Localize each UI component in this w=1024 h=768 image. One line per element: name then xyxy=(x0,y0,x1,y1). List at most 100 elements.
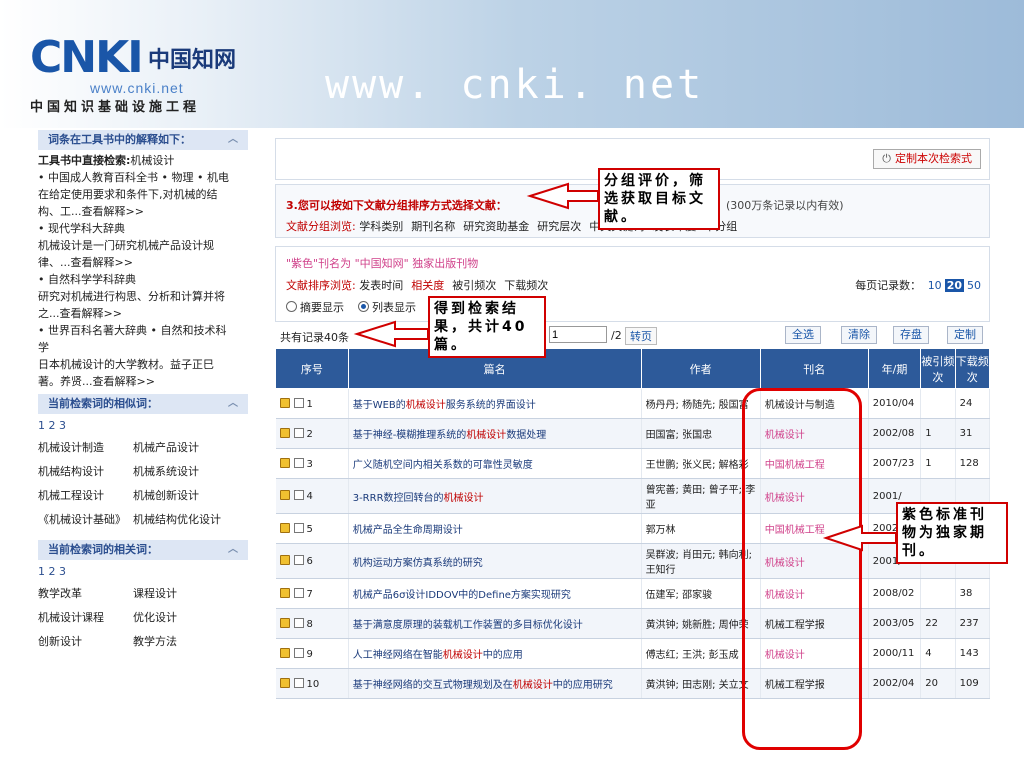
select-all-button[interactable]: 全选 xyxy=(785,326,821,344)
row-checkbox[interactable] xyxy=(293,647,304,658)
title-cell[interactable]: 人工神经网络在智能机械设计中的应用 xyxy=(348,638,642,669)
col-year[interactable]: 年/期 xyxy=(867,348,922,389)
col-journal[interactable]: 刊名 xyxy=(759,348,869,389)
title-link[interactable]: 基于WEB的机械设计服务系统的界面设计 xyxy=(353,400,536,411)
year-cell[interactable]: 2008/02 xyxy=(868,578,922,609)
collapse-icon[interactable]: ︿ xyxy=(228,130,238,150)
dictionary-line[interactable]: 律、...查看解释>> xyxy=(38,254,248,271)
sort-option[interactable]: 被引频次 xyxy=(452,279,496,292)
term-link[interactable]: 机械设计制造 xyxy=(38,436,133,460)
row-checkbox[interactable] xyxy=(293,427,304,438)
document-icon[interactable] xyxy=(279,490,290,500)
custom-button[interactable]: 定制 xyxy=(947,326,983,344)
term-link[interactable]: 机械系统设计 xyxy=(133,460,248,484)
title-cell[interactable]: 机械产品6σ设计IDDOV中的Define方案实现研究 xyxy=(348,578,642,609)
title-cell[interactable]: 机构运动方案仿真系统的研究 xyxy=(348,543,642,579)
term-link[interactable]: 创新设计 xyxy=(38,630,133,654)
term-link[interactable]: 课程设计 xyxy=(133,582,248,606)
per-page-option[interactable]: 50 xyxy=(967,279,981,292)
dictionary-line[interactable]: 之...查看解释>> xyxy=(38,305,248,322)
save-button[interactable]: 存盘 xyxy=(893,326,929,344)
term-link[interactable]: 《机械设计基础》 xyxy=(38,508,133,532)
row-checkbox[interactable] xyxy=(293,677,304,688)
title-link[interactable]: 机械产品全生命周期设计 xyxy=(353,525,463,536)
title-link[interactable]: 机械产品6σ设计IDDOV中的Define方案实现研究 xyxy=(353,590,571,601)
cnki-logo[interactable]: CNKI 中国知网 www.cnki.net 中国知识基础设施工程 xyxy=(30,36,240,116)
document-icon[interactable] xyxy=(279,457,290,468)
year-cell[interactable]: 2000/11 xyxy=(868,638,922,669)
download-cell[interactable]: 109 xyxy=(955,668,991,699)
dictionary-line[interactable]: 著。养贤...查看解释>> xyxy=(38,373,248,390)
document-icon[interactable] xyxy=(279,427,290,438)
title-cell[interactable]: 广义随机空间内相关系数的可靠性灵敏度 xyxy=(348,448,642,479)
per-page-option[interactable]: 20 xyxy=(944,279,964,292)
title-link[interactable]: 基于满意度原理的装载机工作装置的多目标优化设计 xyxy=(353,620,583,631)
cited-cell[interactable]: 20 xyxy=(920,668,956,699)
sort-option[interactable]: 发表时间 xyxy=(359,279,403,292)
year-cell[interactable]: 2010/04 xyxy=(868,388,922,419)
term-link[interactable]: 机械产品设计 xyxy=(133,436,248,460)
title-link[interactable]: 机构运动方案仿真系统的研究 xyxy=(353,558,483,569)
row-checkbox[interactable] xyxy=(293,522,304,533)
term-link[interactable]: 机械结构优化设计 xyxy=(133,508,248,532)
page-input[interactable] xyxy=(549,326,607,343)
download-cell[interactable]: 31 xyxy=(955,418,991,449)
col-author[interactable]: 作者 xyxy=(640,348,761,389)
row-checkbox[interactable] xyxy=(293,457,304,468)
year-cell[interactable]: 2002/08 xyxy=(868,418,922,449)
download-cell[interactable]: 24 xyxy=(955,388,991,419)
clear-button[interactable]: 清除 xyxy=(841,326,877,344)
document-icon[interactable] xyxy=(279,647,290,658)
download-cell[interactable]: 237 xyxy=(955,608,991,639)
cited-cell[interactable]: 22 xyxy=(920,608,956,639)
title-cell[interactable]: 机械产品全生命周期设计 xyxy=(348,513,642,544)
title-cell[interactable]: 基于满意度原理的装载机工作装置的多目标优化设计 xyxy=(348,608,642,639)
col-cited[interactable]: 被引频次 xyxy=(920,348,956,389)
term-link[interactable]: 机械工程设计 xyxy=(38,484,133,508)
year-cell[interactable]: 2007/23 xyxy=(868,448,922,479)
col-downloads[interactable]: 下载频次 xyxy=(954,348,991,389)
term-link[interactable]: 机械设计课程 xyxy=(38,606,133,630)
title-cell[interactable]: 基于WEB的机械设计服务系统的界面设计 xyxy=(348,388,642,419)
collapse-icon[interactable]: ︿ xyxy=(228,540,238,560)
title-link[interactable]: 广义随机空间内相关系数的可靠性灵敏度 xyxy=(353,460,533,471)
term-link[interactable]: 机械创新设计 xyxy=(133,484,248,508)
document-icon[interactable] xyxy=(279,587,290,598)
sort-option[interactable]: 相关度 xyxy=(411,279,444,292)
row-checkbox[interactable] xyxy=(293,587,304,598)
document-icon[interactable] xyxy=(279,522,290,533)
document-icon[interactable] xyxy=(279,677,290,688)
document-icon[interactable] xyxy=(279,397,290,408)
cited-cell[interactable] xyxy=(920,578,956,609)
group-option[interactable]: 研究资助基金 xyxy=(463,220,529,233)
title-cell[interactable]: 3-RRR数控回转台的机械设计 xyxy=(348,478,642,514)
title-link[interactable]: 基于神经-模糊推理系统的机械设计数据处理 xyxy=(353,430,547,441)
group-option[interactable]: 期刊名称 xyxy=(411,220,455,233)
row-checkbox[interactable] xyxy=(293,617,304,628)
row-checkbox[interactable] xyxy=(293,490,304,500)
custom-search-button[interactable]: ⏻ 定制本次检索式 xyxy=(873,149,981,169)
cited-cell[interactable]: 4 xyxy=(920,638,956,669)
title-cell[interactable]: 基于神经网络的交互式物理规划及在机械设计中的应用研究 xyxy=(348,668,642,699)
title-link[interactable]: 3-RRR数控回转台的机械设计 xyxy=(353,493,484,504)
year-cell[interactable]: 2003/05 xyxy=(868,608,922,639)
group-option[interactable]: 学科类别 xyxy=(359,220,403,233)
dictionary-line[interactable]: 构、工...查看解释>> xyxy=(38,203,248,220)
term-link[interactable]: 教学方法 xyxy=(133,630,248,654)
row-checkbox[interactable] xyxy=(293,555,304,565)
per-page-option[interactable]: 10 xyxy=(928,279,942,292)
year-cell[interactable]: 2002/04 xyxy=(868,668,922,699)
go-page-button[interactable]: 转页 xyxy=(625,327,657,345)
download-cell[interactable]: 128 xyxy=(955,448,991,479)
title-link[interactable]: 基于神经网络的交互式物理规划及在机械设计中的应用研究 xyxy=(353,680,613,691)
group-option[interactable]: 研究层次 xyxy=(537,220,581,233)
page-numbers[interactable]: 1 2 3 xyxy=(38,414,248,434)
col-index[interactable]: 序号 xyxy=(275,348,349,389)
download-cell[interactable]: 143 xyxy=(955,638,991,669)
cited-cell[interactable] xyxy=(920,388,956,419)
page-numbers[interactable]: 1 2 3 xyxy=(38,560,248,580)
term-link[interactable]: 教学改革 xyxy=(38,582,133,606)
sidebar-section-dictionary[interactable]: 词条在工具书中的解释如下： ︿ xyxy=(38,130,248,150)
row-checkbox[interactable] xyxy=(293,397,304,408)
title-link[interactable]: 人工神经网络在智能机械设计中的应用 xyxy=(353,650,523,661)
